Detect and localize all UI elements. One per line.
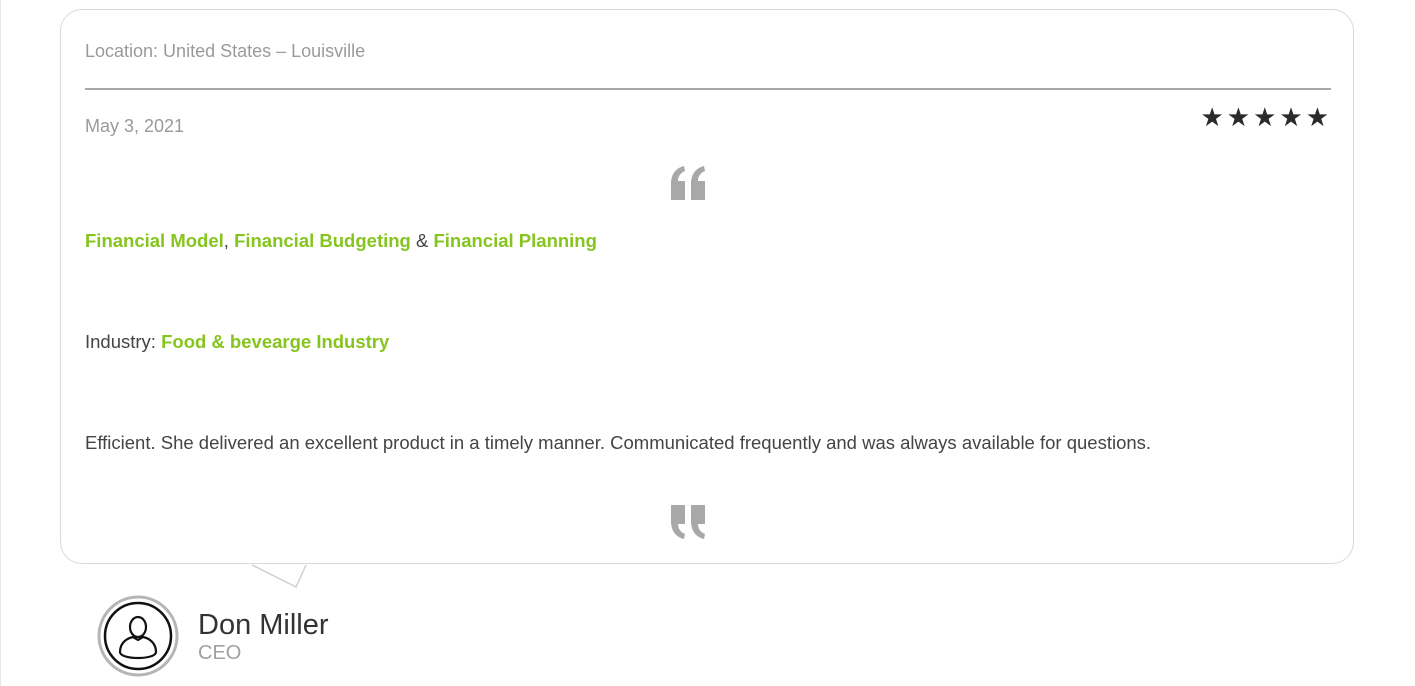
star-icon: ★ — [1200, 102, 1224, 132]
service-link-financial-model[interactable]: Financial Model — [85, 230, 224, 251]
location-text: Location: United States – Louisville — [85, 41, 366, 61]
author-name: Don Miller — [198, 609, 329, 641]
page-edge-divider — [0, 0, 1, 686]
services-separator: & — [410, 230, 434, 251]
services-separator: , — [223, 230, 235, 251]
service-link-financial-budgeting[interactable]: Financial Budgeting — [234, 230, 411, 251]
testimonial-card: Location: United States – Louisville May… — [60, 9, 1354, 564]
author-role: CEO — [198, 642, 242, 664]
quote-open-icon — [671, 166, 705, 200]
star-icon: ★ — [1305, 102, 1329, 132]
industry-link[interactable]: Food & bevearge Industry — [161, 331, 389, 352]
star-icon: ★ — [1279, 102, 1303, 132]
review-text: Efficient. She delivered an excellent pr… — [85, 432, 1152, 453]
service-link-financial-planning[interactable]: Financial Planning — [433, 230, 596, 251]
industry-line: Industry: Food & bevearge Industry — [85, 331, 389, 353]
header-divider — [85, 88, 1331, 90]
star-icon: ★ — [1226, 102, 1251, 132]
review-date: May 3, 2021 — [85, 116, 185, 136]
services-list: Financial Model, Financial Budgeting & F… — [85, 230, 597, 252]
user-avatar-icon — [97, 595, 179, 677]
speech-bubble-tail — [250, 564, 307, 589]
quote-close-icon — [671, 505, 705, 539]
industry-label: Industry: — [85, 331, 162, 352]
star-icon: ★ — [1253, 102, 1277, 132]
star-rating: ★ ★ ★ ★ ★ — [1200, 104, 1329, 130]
